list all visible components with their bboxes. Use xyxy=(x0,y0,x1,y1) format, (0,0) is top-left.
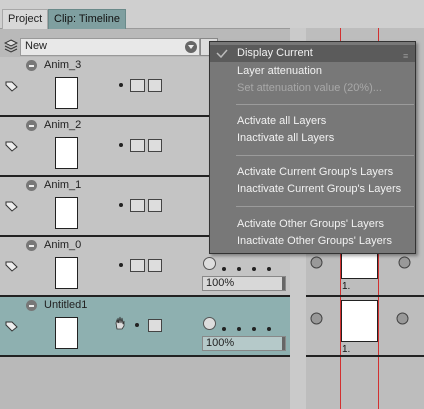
add-cel-icon[interactable] xyxy=(148,319,162,332)
layer-thumbnail xyxy=(55,137,78,169)
collapse-icon[interactable] xyxy=(26,300,37,311)
add-cel-icon[interactable] xyxy=(148,139,162,152)
onion-skin-toggle[interactable] xyxy=(203,257,216,270)
display-context-menu: Display Current ≡ Layer attenuation Set … xyxy=(209,41,416,254)
lock-icon xyxy=(396,312,409,325)
bullet-icon xyxy=(119,203,123,207)
cel-label: 1. xyxy=(342,281,351,292)
opacity-slider[interactable]: 100% xyxy=(202,336,286,351)
panel-tab-bar: Project Clip: Timeline xyxy=(0,0,424,29)
menu-separator xyxy=(236,104,414,105)
opacity-value: 100% xyxy=(206,277,235,289)
frame-dots xyxy=(222,262,282,274)
bullet-icon xyxy=(119,263,123,267)
hand-icon[interactable] xyxy=(114,316,126,330)
layer-select-dropdown[interactable]: New xyxy=(20,38,200,56)
layer-thumbnail xyxy=(55,197,78,229)
sound-icon[interactable] xyxy=(130,199,145,212)
bullet-icon xyxy=(119,143,123,147)
layer-select-value: New xyxy=(25,40,48,52)
menu-item-activate-other-groups[interactable]: Activate Other Groups' Layers xyxy=(210,216,415,233)
collapse-icon[interactable] xyxy=(26,240,37,251)
add-cel-icon[interactable] xyxy=(148,79,162,92)
layer-name: Untitled1 xyxy=(44,299,88,311)
menu-item-activate-all[interactable]: Activate all Layers xyxy=(210,113,415,130)
layer-name: Anim_3 xyxy=(44,59,82,71)
layer-name: Anim_0 xyxy=(44,239,82,251)
sound-icon[interactable] xyxy=(130,139,145,152)
timeline-cel[interactable] xyxy=(341,300,378,342)
layer-name: Anim_1 xyxy=(44,179,82,191)
layer-name: Anim_2 xyxy=(44,119,82,131)
layer-row-selected[interactable]: Untitled1 100% xyxy=(0,297,290,357)
layer-type-icon xyxy=(5,141,18,152)
chevron-down-icon[interactable] xyxy=(185,41,197,53)
menu-item-display-current[interactable]: Display Current ≡ xyxy=(210,45,415,62)
menu-item-activate-current-group[interactable]: Activate Current Group's Layers xyxy=(210,164,415,181)
collapse-icon[interactable] xyxy=(26,60,37,71)
lock-icon xyxy=(310,256,323,269)
menu-item-inactivate-current-group[interactable]: Inactivate Current Group's Layers xyxy=(210,181,415,198)
layer-thumbnail xyxy=(55,317,78,349)
menu-separator xyxy=(236,206,414,207)
layers-icon[interactable] xyxy=(4,39,18,53)
add-cel-icon[interactable] xyxy=(148,259,162,272)
menu-separator xyxy=(236,155,414,156)
layer-thumbnail xyxy=(55,257,78,289)
opacity-slider[interactable]: 100% xyxy=(202,276,286,291)
grip-icon: ≡ xyxy=(403,51,409,61)
lock-icon xyxy=(310,312,323,325)
opacity-value: 100% xyxy=(206,337,235,349)
menu-item-inactivate-other-groups[interactable]: Inactivate Other Groups' Layers xyxy=(210,233,415,250)
track-divider xyxy=(306,295,424,297)
sound-icon[interactable] xyxy=(130,79,145,92)
menu-item-layer-attenuation[interactable]: Layer attenuation xyxy=(210,63,415,80)
timeline-cel[interactable] xyxy=(341,252,378,279)
cel-label: 1. xyxy=(342,344,351,355)
sound-icon[interactable] xyxy=(130,259,145,272)
add-cel-icon[interactable] xyxy=(148,199,162,212)
layer-type-icon xyxy=(5,261,18,272)
lock-icon xyxy=(398,256,411,269)
tab-project[interactable]: Project xyxy=(2,9,49,29)
collapse-icon[interactable] xyxy=(26,120,37,131)
collapse-icon[interactable] xyxy=(26,180,37,191)
layer-type-icon xyxy=(5,321,18,332)
menu-item-set-attenuation: Set attenuation value (20%)... xyxy=(237,82,382,94)
slider-handle[interactable] xyxy=(282,337,285,350)
bullet-icon xyxy=(119,83,123,87)
checkmark-icon xyxy=(216,49,228,58)
onion-skin-toggle[interactable] xyxy=(203,317,216,330)
frame-dots xyxy=(222,322,282,334)
track-divider xyxy=(306,355,424,357)
menu-item-inactivate-all[interactable]: Inactivate all Layers xyxy=(210,130,415,147)
slider-handle[interactable] xyxy=(282,277,285,290)
layer-type-icon xyxy=(5,81,18,92)
layer-thumbnail xyxy=(55,77,78,109)
tab-clip-timeline[interactable]: Clip: Timeline xyxy=(48,9,127,29)
bullet-icon xyxy=(135,323,139,327)
layer-type-icon xyxy=(5,201,18,212)
